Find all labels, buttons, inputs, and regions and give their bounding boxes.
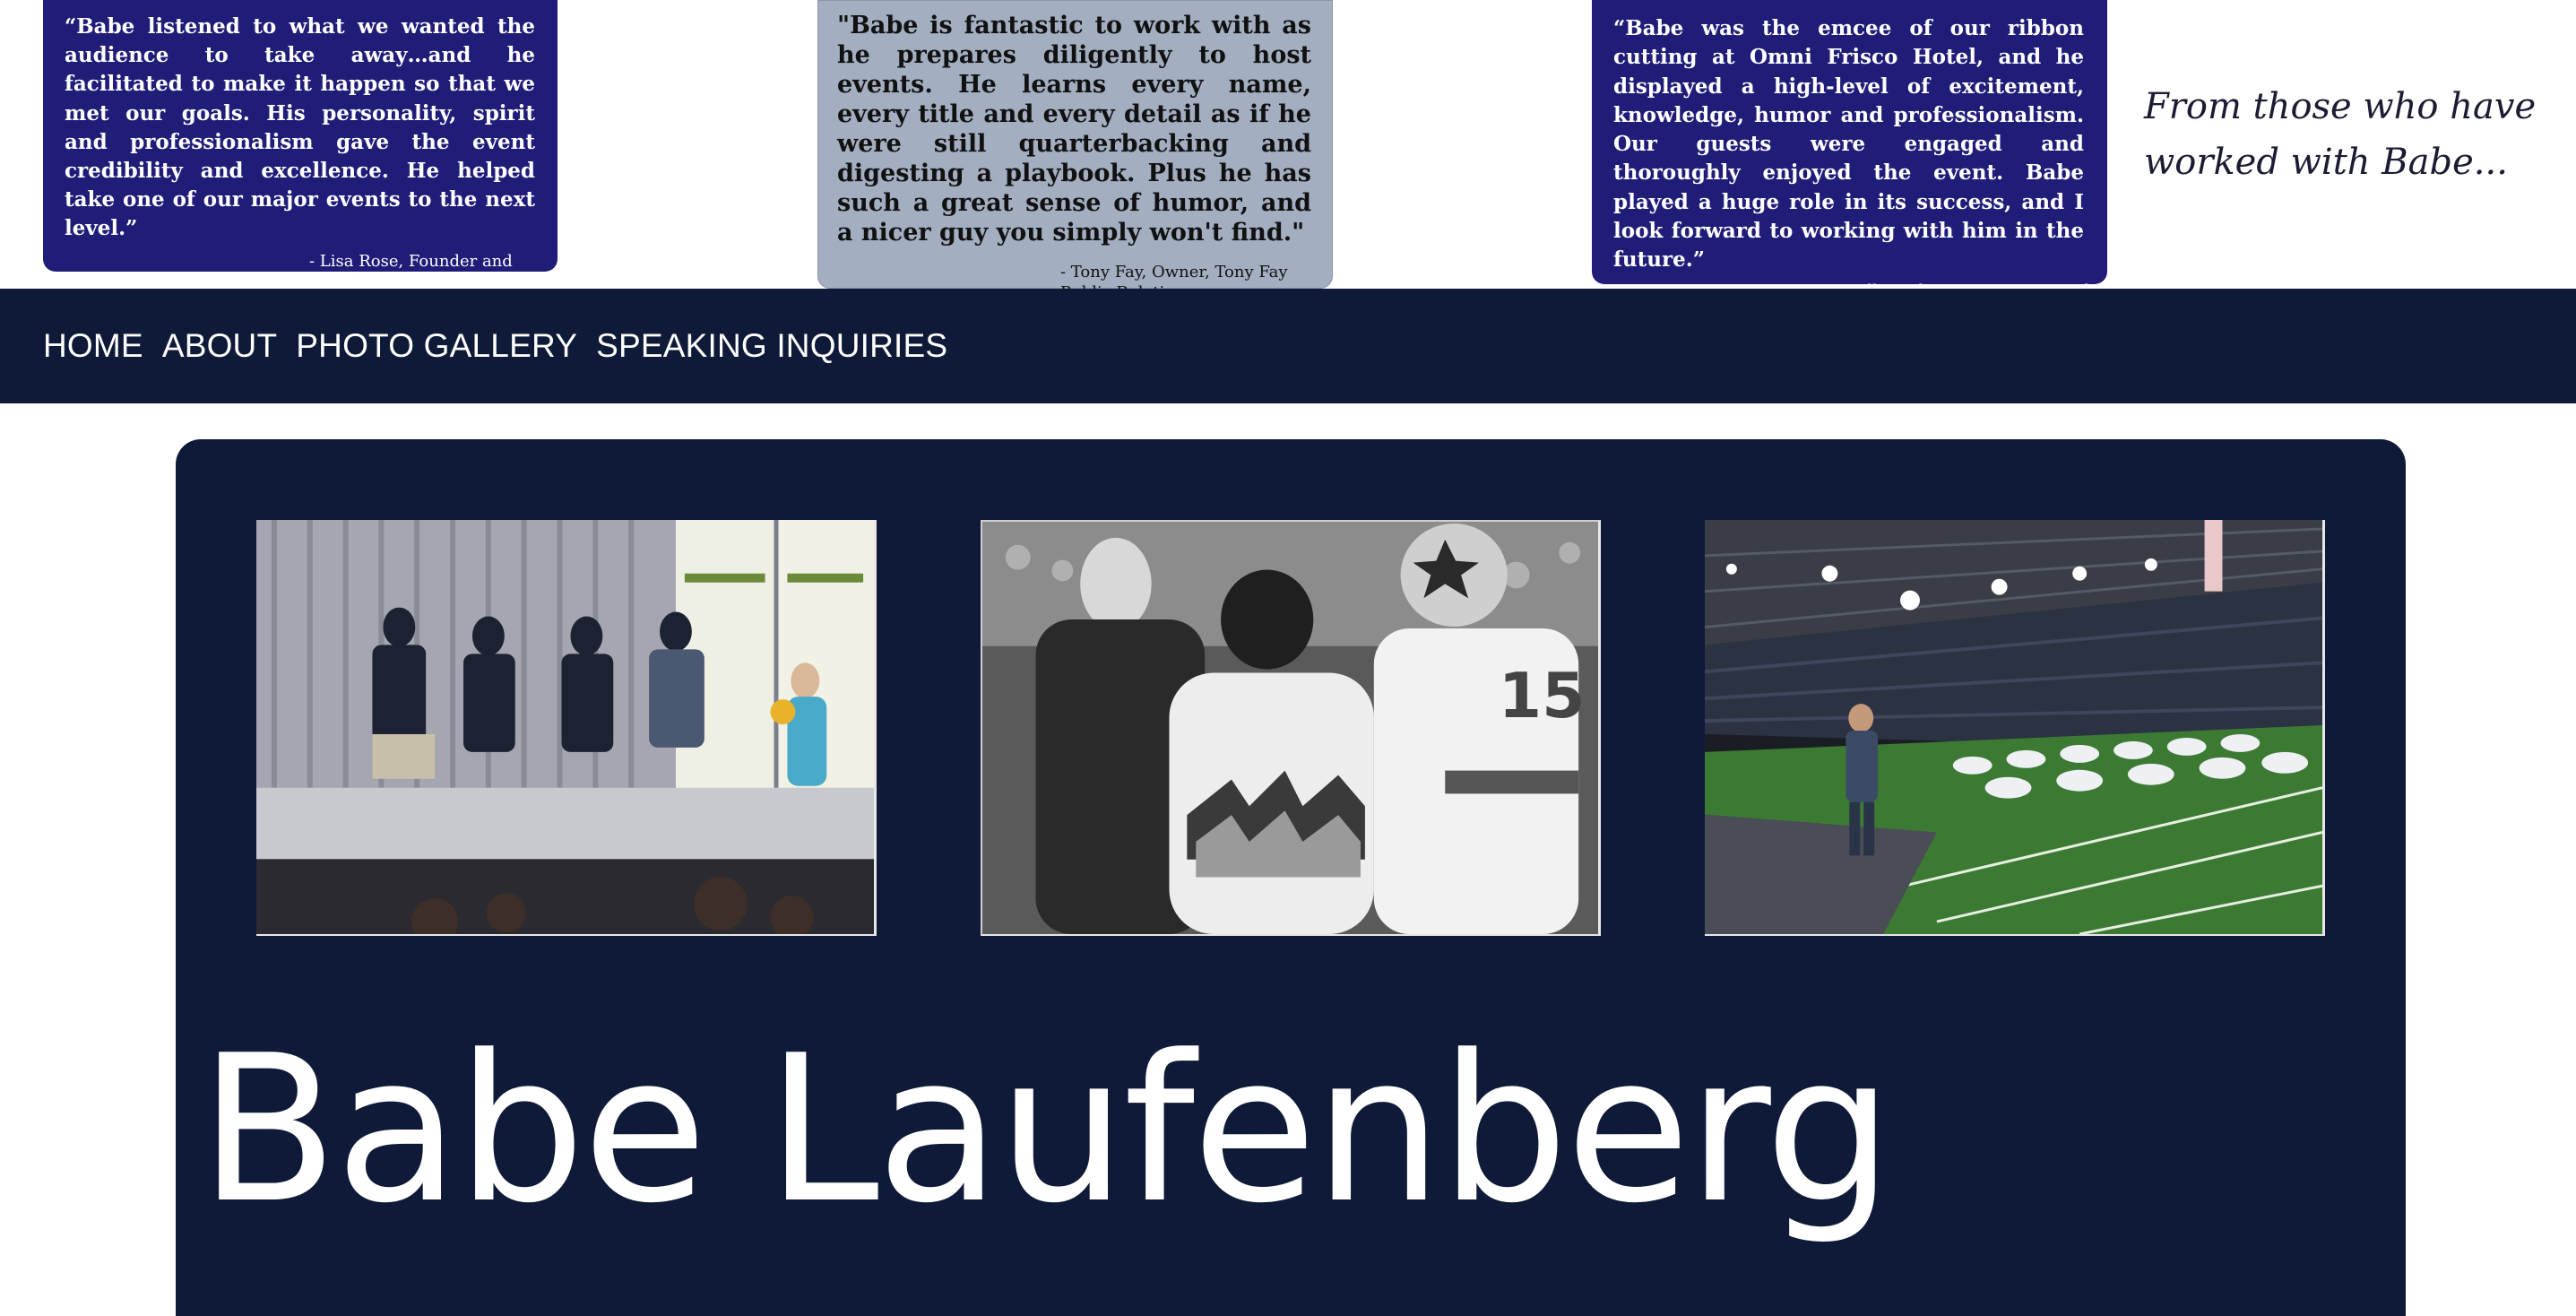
- testimonials-heading: From those who have worked with Babe...: [2144, 86, 2537, 183]
- main-nav: HOME ABOUT PHOTO GALLERY SPEAKING INQUIR…: [0, 289, 2576, 403]
- testimonial-attribution: - Lisa Rose, Founder and President, The …: [309, 251, 521, 291]
- nav-link-speaking-inquiries[interactable]: SPEAKING INQUIRIES: [596, 327, 947, 365]
- testimonial-card-lisa-rose: “Babe listened to what we wanted the aud…: [43, 0, 558, 291]
- testimonial-card-jeff-smith: “Babe was the emcee of our ribbon cuttin…: [1592, 0, 2107, 321]
- hero-name: Babe Laufenberg: [199, 1012, 1893, 1248]
- svg-text:15: 15: [1499, 661, 1586, 732]
- nav-link-home[interactable]: HOME: [43, 327, 143, 365]
- panel-discussion-photo[interactable]: [256, 520, 877, 936]
- nav-link-about[interactable]: ABOUT: [162, 327, 277, 365]
- testimonial-card-tony-fay: "Babe is fantastic to work with as he pr…: [817, 0, 1333, 302]
- stadium-event-photo[interactable]: [1705, 520, 2325, 936]
- testimonial-quote: "Babe is fantastic to work with as he pr…: [837, 12, 1311, 247]
- nav-link-photo-gallery[interactable]: PHOTO GALLERY: [296, 327, 577, 365]
- testimonial-quote: “Babe listened to what we wanted the aud…: [65, 14, 535, 241]
- testimonial-quote: “Babe was the emcee of our ribbon cuttin…: [1613, 16, 2084, 273]
- page: “Babe listened to what we wanted the aud…: [0, 0, 2576, 1316]
- football-sideline-photo[interactable]: 15: [981, 520, 1601, 936]
